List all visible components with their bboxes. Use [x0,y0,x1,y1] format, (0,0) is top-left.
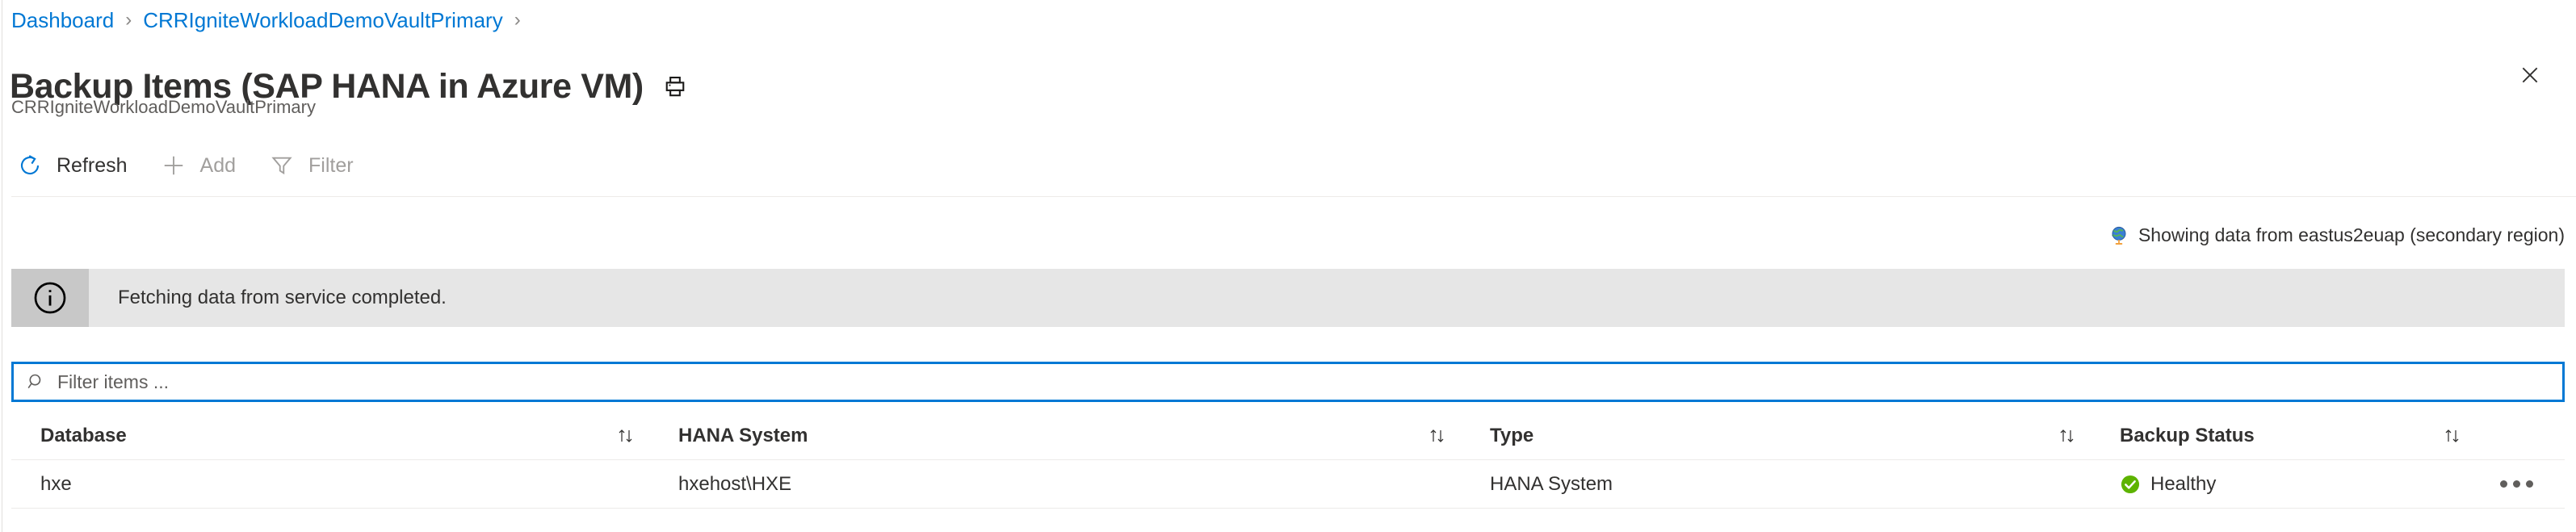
info-banner: Fetching data from service completed. [11,269,2565,327]
sort-icon[interactable] [1427,425,1453,446]
add-button[interactable]: Add [155,144,249,187]
column-header-label: HANA System [678,425,808,447]
cell-backup-status: Healthy [2091,473,2476,496]
column-header-label: Backup Status [2120,425,2255,447]
search-icon [25,371,48,393]
sort-icon[interactable] [615,425,641,446]
cell-value: hxe [40,473,72,496]
cell-value: hxehost\HXE [678,473,791,496]
refresh-icon [15,150,45,181]
filter-items-box[interactable] [11,362,2565,402]
region-notice: Showing data from eastus2euap (secondary… [2108,224,2565,246]
close-icon[interactable] [2513,58,2547,92]
breadcrumb-separator-icon: › [125,10,132,30]
add-label: Add [200,154,236,178]
plus-icon [158,150,189,181]
command-bar: Refresh Add Filter [11,144,381,187]
column-header-backup-status[interactable]: Backup Status [2091,425,2476,447]
cell-hana-system: hxehost\HXE [649,473,1461,496]
backup-items-grid: Database HANA System Typ [11,412,2565,509]
globe-icon [2108,225,2129,246]
print-icon[interactable] [661,73,689,100]
page-subtitle: CRRIgniteWorkloadDemoVaultPrimary [11,98,316,116]
blade: Dashboard › CRRIgniteWorkloadDemoVaultPr… [0,0,2576,532]
ellipsis-icon[interactable] [2495,472,2538,496]
table-row[interactable]: hxe hxehost\HXE HANA System Healthy [11,460,2565,509]
breadcrumb: Dashboard › CRRIgniteWorkloadDemoVaultPr… [11,10,532,31]
column-header-database[interactable]: Database [11,425,649,447]
status-badge: Healthy [2150,473,2216,496]
funnel-icon [266,150,297,181]
sort-icon[interactable] [2057,425,2083,446]
column-header-type[interactable]: Type [1461,425,2091,447]
success-check-icon [2120,474,2141,495]
sort-icon[interactable] [2442,425,2468,446]
cell-type: HANA System [1461,473,2091,496]
region-notice-text: Showing data from eastus2euap (secondary… [2138,224,2565,246]
cell-database: hxe [11,473,649,496]
filter-label: Filter [308,154,354,178]
column-header-label: Database [40,425,127,447]
refresh-label: Refresh [57,154,128,178]
filter-items-input[interactable] [57,371,2562,393]
command-bar-divider [11,196,2576,197]
column-header-hana-system[interactable]: HANA System [649,425,1461,447]
breadcrumb-separator-icon: › [514,10,521,30]
breadcrumb-item-vault[interactable]: CRRIgniteWorkloadDemoVaultPrimary [143,10,503,31]
grid-header-row: Database HANA System Typ [11,412,2565,460]
info-icon [11,269,89,327]
refresh-button[interactable]: Refresh [11,144,141,187]
cell-actions [2476,472,2565,496]
filter-button[interactable]: Filter [263,144,367,187]
cell-value: HANA System [1490,473,1613,496]
breadcrumb-item-dashboard[interactable]: Dashboard [11,10,114,31]
column-header-label: Type [1490,425,1533,447]
info-banner-message: Fetching data from service completed. [89,269,447,327]
